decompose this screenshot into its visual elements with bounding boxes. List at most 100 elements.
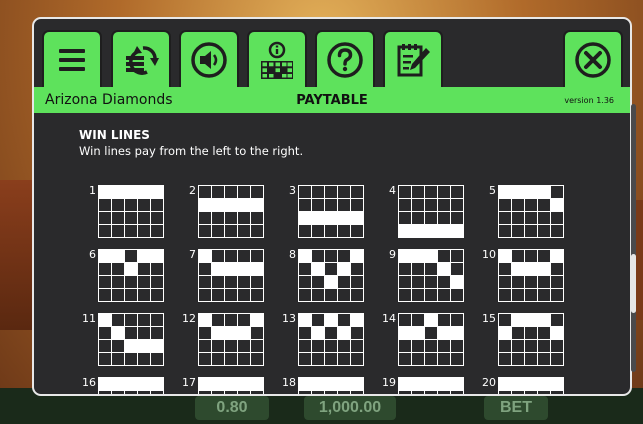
- balance-display: 1,000.00: [304, 396, 396, 420]
- paytable-content[interactable]: WIN LINES Win lines pay from the left to…: [34, 113, 630, 394]
- win-line-cell: [525, 353, 537, 365]
- win-line-cell: [525, 212, 537, 224]
- win-line-cell: [251, 276, 263, 288]
- win-line-cell: [299, 289, 311, 301]
- win-line-pattern: [298, 185, 364, 238]
- win-line-cell-active: [499, 250, 511, 262]
- win-line-cell: [438, 276, 450, 288]
- win-line-cell: [551, 276, 563, 288]
- autoplay-button[interactable]: [111, 30, 171, 87]
- win-line-cell-active: [438, 263, 450, 275]
- canyon-rock-left: [0, 180, 34, 330]
- win-line-cell: [538, 212, 550, 224]
- win-line-cell: [225, 186, 237, 198]
- win-line-cell: [125, 327, 137, 339]
- win-line-cell: [499, 263, 511, 275]
- win-line-cell: [225, 276, 237, 288]
- win-line-11: 11: [82, 312, 164, 368]
- win-line-cell: [325, 250, 337, 262]
- win-line-cell: [151, 314, 163, 326]
- win-line-cell: [338, 250, 350, 262]
- win-line-cell: [112, 225, 124, 237]
- win-line-cell: [251, 327, 263, 339]
- speaker-icon: [191, 41, 227, 78]
- win-line-cell-active: [551, 378, 563, 390]
- win-line-cell-active: [199, 250, 211, 262]
- win-line-5: 5: [482, 184, 564, 240]
- win-line-number: 17: [182, 376, 196, 389]
- win-line-cell: [225, 340, 237, 352]
- win-line-cell-active: [538, 314, 550, 326]
- win-line-pattern: [98, 377, 164, 394]
- win-line-cell-active: [151, 186, 163, 198]
- win-line-cell: [451, 186, 463, 198]
- win-line-cell: [325, 225, 337, 237]
- win-line-cell: [425, 353, 437, 365]
- win-line-pattern: [398, 185, 464, 238]
- win-line-cell-active: [251, 263, 263, 275]
- win-line-cell-active: [338, 327, 350, 339]
- win-line-cell-active: [351, 314, 363, 326]
- scrollbar-thumb[interactable]: [631, 254, 636, 313]
- win-line-16: 16: [82, 376, 164, 394]
- win-line-cell: [99, 289, 111, 301]
- win-line-number: 19: [382, 376, 396, 389]
- win-line-cell: [538, 327, 550, 339]
- win-line-cell: [538, 250, 550, 262]
- win-line-4: 4: [382, 184, 464, 240]
- win-line-cell: [512, 289, 524, 301]
- help-button[interactable]: [315, 30, 375, 87]
- paytable-scrollbar[interactable]: [631, 104, 636, 372]
- win-line-cell: [199, 289, 211, 301]
- notepad-pencil-icon: [397, 43, 430, 76]
- win-line-cell-active: [299, 212, 311, 224]
- win-line-cell: [399, 353, 411, 365]
- win-line-cell: [425, 327, 437, 339]
- win-line-number: 16: [82, 376, 96, 389]
- win-line-number: 5: [489, 184, 496, 197]
- win-line-cell: [199, 186, 211, 198]
- win-line-cell: [451, 263, 463, 275]
- win-line-cell: [338, 225, 350, 237]
- win-line-cell: [499, 289, 511, 301]
- win-line-cell: [312, 353, 324, 365]
- paytable-tab-button[interactable]: [247, 30, 307, 89]
- win-line-cell: [525, 276, 537, 288]
- win-line-cell: [551, 186, 563, 198]
- history-button[interactable]: [383, 30, 443, 87]
- win-line-cell: [299, 391, 311, 394]
- win-line-cell: [412, 353, 424, 365]
- win-line-cell: [525, 327, 537, 339]
- win-line-cell: [525, 340, 537, 352]
- win-line-cell: [451, 199, 463, 211]
- win-line-cell-active: [551, 250, 563, 262]
- win-line-cell: [438, 391, 450, 394]
- win-line-cell: [312, 225, 324, 237]
- win-line-cell-active: [212, 378, 224, 390]
- win-line-cell: [538, 276, 550, 288]
- win-line-number: 4: [389, 184, 396, 197]
- win-line-cell-active: [212, 263, 224, 275]
- win-line-cell: [251, 340, 263, 352]
- win-line-19: 19: [382, 376, 464, 394]
- win-line-cell: [199, 340, 211, 352]
- win-line-cell-active: [225, 199, 237, 211]
- win-line-number: 7: [189, 248, 196, 261]
- win-line-cell: [251, 212, 263, 224]
- win-line-cell: [112, 391, 124, 394]
- win-line-cell-active: [325, 378, 337, 390]
- sound-button[interactable]: [179, 30, 239, 87]
- menu-button[interactable]: [42, 30, 102, 87]
- win-line-cell: [138, 276, 150, 288]
- win-line-17: 17: [182, 376, 264, 394]
- win-line-cell: [425, 276, 437, 288]
- win-line-cell: [351, 327, 363, 339]
- win-line-cell: [151, 212, 163, 224]
- win-line-cell: [551, 391, 563, 394]
- win-line-cell: [251, 225, 263, 237]
- win-line-cell: [438, 340, 450, 352]
- win-line-cell-active: [99, 378, 111, 390]
- win-line-cell-active: [238, 199, 250, 211]
- close-button[interactable]: [563, 30, 623, 87]
- win-line-number: 14: [382, 312, 396, 325]
